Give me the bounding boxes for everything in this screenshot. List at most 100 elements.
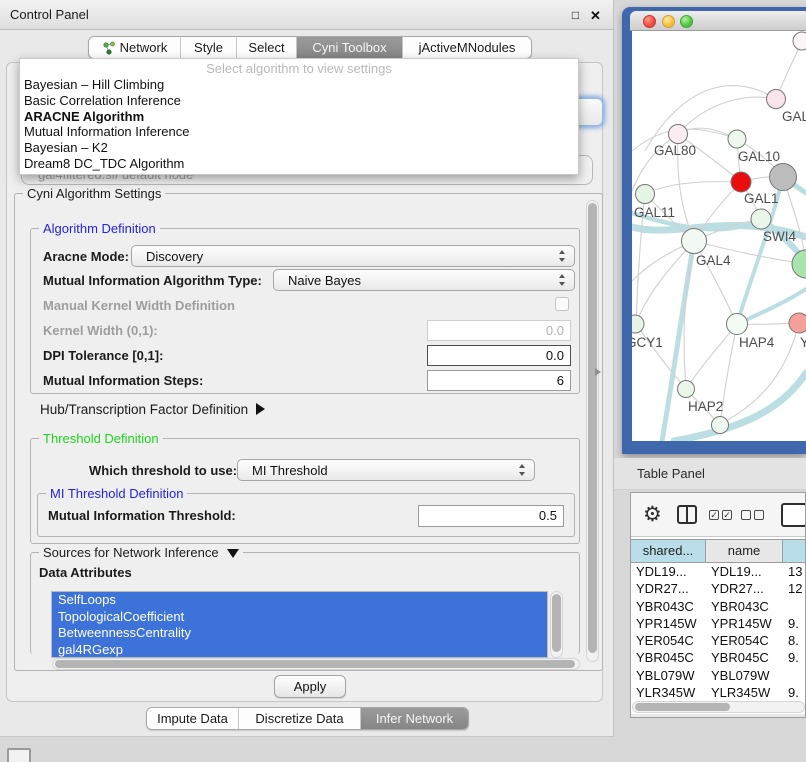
network-node-label: GAL (782, 109, 806, 124)
dpi-tolerance-field[interactable]: 0.0 (427, 345, 571, 366)
table-toolbar: ⚙ ✓ ✓ (631, 493, 805, 537)
data-attribute-item[interactable]: TopologicalCoefficient (52, 609, 547, 626)
network-node-label: GCY1 (632, 335, 663, 350)
settings-horizontal-scrollbar[interactable] (52, 658, 580, 670)
tab-style[interactable]: Style (181, 37, 237, 58)
sources-group: Sources for Network Inference Data Attri… (30, 552, 580, 654)
kernel-width-field[interactable]: 0.0 (427, 320, 571, 341)
tab-infer-network[interactable]: Infer Network (361, 708, 468, 729)
tab-discretize-data[interactable]: Discretize Data (239, 708, 361, 729)
table-column-header[interactable]: name (706, 540, 783, 562)
mi-steps-field[interactable]: 6 (427, 370, 571, 391)
settings-gear-icon[interactable]: ⚙ (643, 502, 662, 527)
select-all-icon[interactable]: ✓ ✓ (709, 510, 732, 520)
network-node[interactable] (767, 90, 786, 109)
control-panel-tabs: Network Style Select Cyni Toolbox jActiv… (88, 36, 532, 59)
table-panel-title: Table Panel (637, 458, 705, 490)
tab-jactivemnodules[interactable]: jActiveMNodules (403, 37, 531, 58)
mi-threshold-field[interactable]: 0.5 (418, 505, 564, 527)
algorithm-option[interactable]: Mutual Information Inference (20, 124, 578, 140)
deselect-all-icon[interactable] (741, 510, 764, 520)
close-traffic-light-icon[interactable] (643, 15, 656, 28)
export-table-icon[interactable] (781, 503, 806, 527)
collapsed-arrow-icon (256, 403, 265, 415)
manual-kernel-width-checkbox[interactable] (555, 297, 569, 311)
table-panel-header: Table Panel (614, 458, 806, 490)
network-node-label: Y (800, 335, 806, 350)
aracne-mode-combo[interactable]: Discovery (131, 245, 575, 267)
table-row[interactable]: YBR043CYBR043C (631, 598, 806, 615)
network-node[interactable] (636, 185, 655, 204)
network-node[interactable] (678, 381, 695, 398)
table-cell: 12 (783, 580, 806, 597)
attributes-scrollbar[interactable] (550, 591, 563, 658)
network-node[interactable] (632, 315, 644, 333)
network-icon (102, 41, 116, 55)
data-attribute-item[interactable]: SelfLoops (52, 592, 547, 609)
apply-button[interactable]: Apply (274, 675, 346, 698)
table-horizontal-scrollbar[interactable] (632, 701, 805, 713)
tab-select[interactable]: Select (237, 37, 297, 58)
table-cell: YER054C (631, 632, 706, 649)
table-row[interactable]: YDR27...YDR27...12 (631, 580, 806, 597)
tab-network[interactable]: Network (89, 37, 181, 58)
table-cell: 9. (783, 649, 806, 666)
tab-impute-data[interactable]: Impute Data (147, 708, 239, 729)
data-attribute-item[interactable]: gal4RGexp (52, 642, 547, 659)
splitter-collapse-icon[interactable] (595, 368, 601, 376)
mi-algorithm-type-combo[interactable]: Naive Bayes (273, 269, 575, 291)
algorithm-option[interactable]: Dream8 DC_TDC Algorithm (20, 156, 578, 172)
table-row[interactable]: YBL079WYBL079W (631, 667, 806, 684)
mi-algorithm-type-label: Mutual Information Algorithm Type: (43, 273, 262, 288)
table-cell: YBR045C (706, 649, 783, 666)
control-panel-titlebar: Control Panel □ ✕ (0, 0, 613, 30)
table-row[interactable]: YPR145WYPR145W9. (631, 615, 806, 632)
zoom-traffic-light-icon[interactable] (680, 15, 693, 28)
network-node[interactable] (751, 209, 771, 229)
data-attributes-list[interactable]: SelfLoopsTopologicalCoefficientBetweenne… (51, 591, 548, 658)
expanded-arrow-icon (227, 549, 239, 558)
settings-vertical-scrollbar-thumb[interactable] (588, 203, 597, 653)
table-cell: YPR145W (706, 615, 783, 632)
float-window-icon[interactable]: □ (568, 8, 583, 23)
table-cell (783, 598, 806, 615)
minimized-panel-icon[interactable] (7, 748, 31, 762)
table-row[interactable]: YER054CYER054C8. (631, 632, 806, 649)
table-body: YDL19...YDL19...13YDR27...YDR27...12YBR0… (631, 563, 806, 701)
network-node[interactable] (712, 417, 729, 434)
combo-stepper-icon (518, 464, 527, 476)
close-window-icon[interactable]: ✕ (588, 8, 603, 23)
hub-tf-definition-section[interactable]: Hub/Transcription Factor Definition (40, 402, 265, 417)
algorithm-option[interactable]: Bayesian – Hill Climbing (20, 77, 578, 93)
table-cell: YPR145W (631, 615, 706, 632)
table-column-header[interactable] (783, 540, 806, 562)
tab-network-label: Network (120, 37, 168, 58)
tab-cyni-toolbox[interactable]: Cyni Toolbox (297, 37, 403, 58)
algorithm-option[interactable]: Basic Correlation Inference (20, 93, 578, 109)
which-threshold-combo[interactable]: MI Threshold (237, 459, 535, 481)
algorithm-option[interactable]: Bayesian – K2 (20, 140, 578, 156)
control-panel-title: Control Panel (10, 0, 89, 30)
network-node[interactable] (792, 250, 806, 278)
table-row[interactable]: YLR345WYLR345W9. (631, 684, 806, 701)
table-column-header[interactable]: shared... (631, 540, 706, 562)
network-node[interactable] (731, 172, 751, 192)
table-panel-window: ⚙ ✓ ✓ shared...name YDL19...YDL19...13YD… (630, 492, 806, 718)
bottom-tabs: Impute Data Discretize Data Infer Networ… (146, 707, 469, 730)
settings-vertical-scrollbar[interactable] (586, 200, 599, 662)
column-selector-icon[interactable] (677, 505, 697, 524)
network-node[interactable] (728, 130, 746, 148)
network-node[interactable] (682, 229, 707, 254)
network-node[interactable] (770, 164, 797, 191)
data-attribute-item[interactable]: BetweennessCentrality (52, 625, 547, 642)
network-node[interactable] (727, 314, 748, 335)
network-node[interactable] (669, 125, 688, 144)
network-canvas[interactable]: GALGAL80GAL10GAL1GAL11SWI4GAL4GCY1HAP4YH… (632, 31, 806, 441)
table-row[interactable]: YDL19...YDL19...13 (631, 563, 806, 580)
network-node[interactable] (793, 32, 806, 50)
minimize-traffic-light-icon[interactable] (662, 15, 675, 28)
sources-title[interactable]: Sources for Network Inference (39, 545, 243, 560)
network-node[interactable] (789, 313, 806, 333)
algorithm-option[interactable]: ARACNE Algorithm (20, 109, 578, 125)
table-row[interactable]: YBR045CYBR045C9. (631, 649, 806, 666)
